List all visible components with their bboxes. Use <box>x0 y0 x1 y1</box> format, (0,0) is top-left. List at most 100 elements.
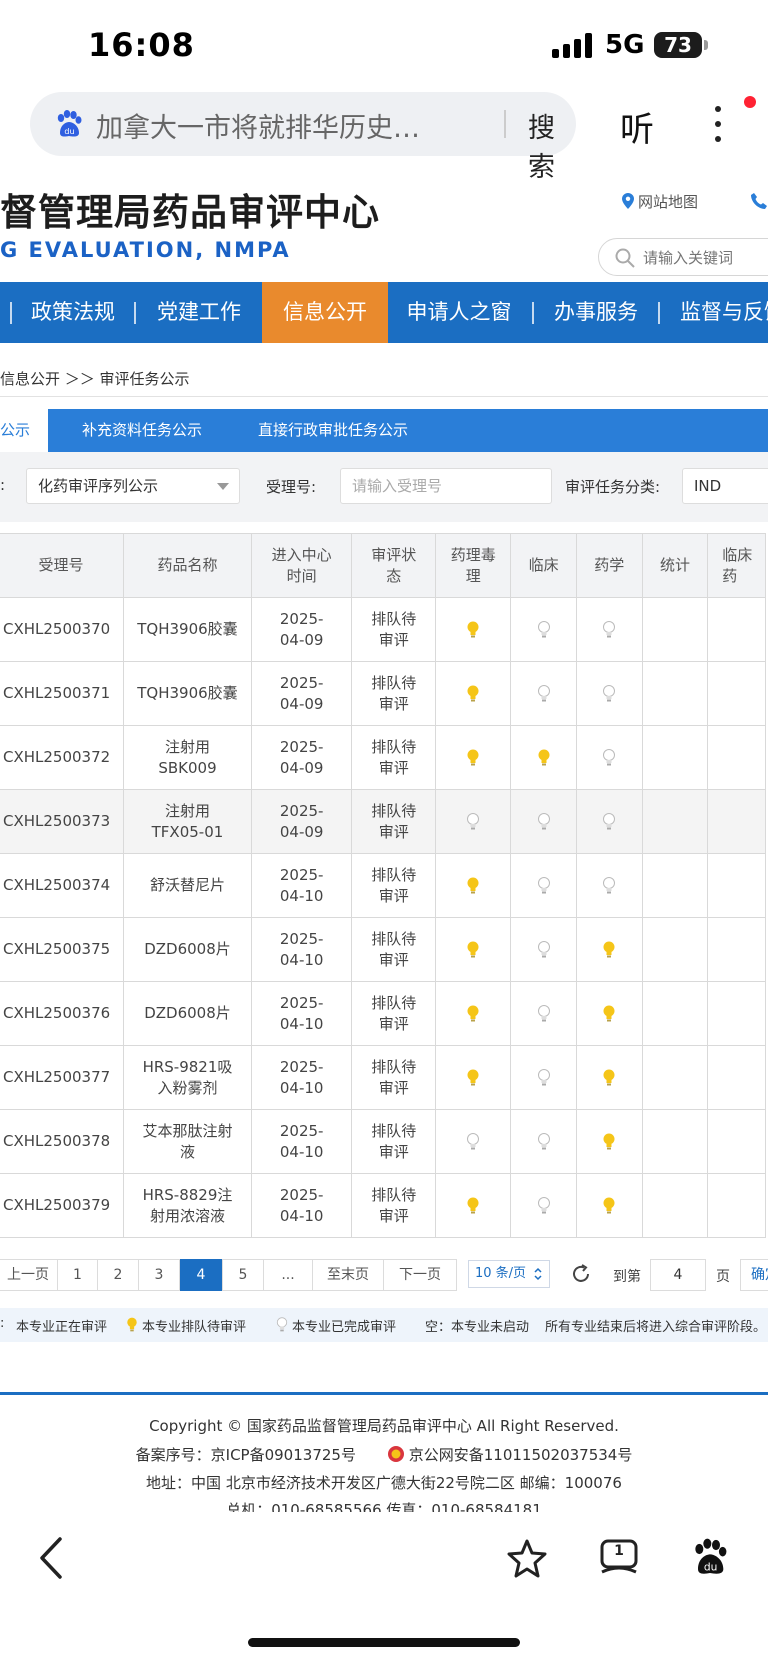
last-page-button[interactable]: 至末页 <box>312 1259 384 1291</box>
tox-cell <box>435 789 512 854</box>
clin-pharm-cell <box>707 1109 766 1174</box>
nav-item-party[interactable]: 党建工作 <box>140 282 258 343</box>
bulb-yellow-icon <box>467 685 479 702</box>
enter-date-cell-text: 2025- 04-09 <box>279 801 324 841</box>
page-3-button[interactable]: 3 <box>138 1259 180 1291</box>
home-indicator[interactable] <box>248 1638 520 1647</box>
nav-item-info[interactable]: 信息公开 <box>262 282 388 343</box>
table-row[interactable]: CXHL2500371 TQH3906胶囊 2025- 04-09 排队待 审评 <box>0 661 766 726</box>
category-select[interactable]: IND <box>682 468 768 504</box>
table-row[interactable]: CXHL2500373 注射用 TFX05-01 2025- 04-09 排队待 审评 <box>0 789 766 854</box>
nav-item-feedback[interactable]: 监督与反馈 <box>666 282 768 343</box>
search-button[interactable]: 搜索 <box>528 106 576 184</box>
clock: 16:08 <box>88 26 195 64</box>
col-header: 药理毒理 <box>435 533 512 598</box>
col-header: 进入中心 时间 <box>251 533 353 598</box>
footer-address: 地址：中国 北京市经济技术开发区广德大街22号院二区 邮编：100076 <box>146 1474 622 1492</box>
site-subtitle: G EVALUATION, NMPA <box>0 238 291 262</box>
tab-supplement-tasks[interactable]: 补充资料任务公示 <box>82 409 202 452</box>
cmc-cell <box>575 917 643 982</box>
col-header-label: 进入中心 时间 <box>271 545 332 585</box>
clinical-cell <box>510 1173 577 1238</box>
col-header: 药学 <box>575 533 643 598</box>
review-status-cell: 排队待 审评 <box>351 1173 437 1238</box>
accept-no-cell: CXHL2500375 <box>0 917 124 982</box>
phone-icon[interactable] <box>750 192 768 210</box>
accept-no-cell: CXHL2500372 <box>0 725 124 790</box>
bulb-grey-icon <box>537 1133 550 1150</box>
tox-cell <box>435 661 512 726</box>
page-size-select[interactable]: 10 条/页 <box>468 1260 550 1288</box>
drug-name-cell-text: 艾本那肽注射液 <box>142 1121 233 1161</box>
tab-direct-approval[interactable]: 直接行政审批任务公示 <box>258 409 408 452</box>
prev-page-button[interactable]: 上一页 <box>0 1259 58 1291</box>
nav-item-policy[interactable]: 政策法规 <box>16 282 130 343</box>
drug-name-cell-text: HRS-9821吸 入粉雾剂 <box>142 1057 233 1097</box>
clinical-cell <box>510 981 577 1046</box>
col-header: 统计 <box>641 533 709 598</box>
search-query[interactable]: 加拿大一市将就排华历史… <box>96 106 446 145</box>
stat-cell <box>641 1173 709 1238</box>
table-row[interactable]: CXHL2500378 艾本那肽注射液 2025- 04-10 排队待 审评 <box>0 1109 766 1174</box>
browser-search-bar[interactable]: du 加拿大一市将就排华历史… 搜索 <box>30 92 576 183</box>
tab-bar: 公示 补充资料任务公示 直接行政审批任务公示 <box>0 409 768 452</box>
accept-no-cell: CXHL2500377 <box>0 1045 124 1110</box>
stat-cell <box>641 597 709 662</box>
stat-cell <box>641 661 709 726</box>
listen-button[interactable]: 听 <box>620 102 654 151</box>
drug-name-cell: 注射用 SBK009 <box>122 725 253 790</box>
col-header: 药品名称 <box>122 533 253 598</box>
nav-item-service[interactable]: 办事服务 <box>540 282 652 343</box>
tab-review-tasks[interactable]: 公示 <box>0 409 48 452</box>
col-header-label: 受理号 <box>38 556 84 574</box>
page-2-button[interactable]: 2 <box>97 1259 139 1291</box>
bulb-yellow-icon <box>467 877 479 894</box>
filter-bar: : 化药审评序列公示 受理号: 请输入受理号 审评任务分类: IND <box>0 452 768 522</box>
nav-separator <box>134 302 136 324</box>
baidu-home-icon[interactable]: du <box>690 1536 730 1578</box>
col-header-label: 临床 <box>528 556 559 574</box>
table-row[interactable]: CXHL2500379 HRS-8829注 射用浓溶液 2025- 04-10 排队待 审评 <box>0 1173 766 1238</box>
refresh-icon[interactable] <box>570 1263 592 1285</box>
keyword-search[interactable] <box>598 238 768 276</box>
bulb-yellow-icon <box>127 1317 137 1332</box>
cmc-cell <box>575 981 643 1046</box>
review-status-cell-text: 排队待 审评 <box>371 1185 417 1225</box>
star-bookmark-icon[interactable] <box>506 1538 548 1578</box>
tox-cell <box>435 597 512 662</box>
back-arrow-icon[interactable] <box>38 1536 64 1580</box>
clin-pharm-cell <box>707 981 766 1046</box>
page-4-button[interactable]: 4 <box>180 1259 222 1291</box>
sitemap-link[interactable]: 网站地图 <box>622 191 698 212</box>
more-menu-icon[interactable] <box>712 104 722 144</box>
page-5-button[interactable]: 5 <box>222 1259 264 1291</box>
footer-police[interactable]: 京公网安备11011502037534号 <box>409 1446 633 1464</box>
goto-confirm-button[interactable]: 确定 <box>740 1259 768 1291</box>
breadcrumb: 信息公开 ＞＞ 审评任务公示 <box>0 370 190 388</box>
table-row[interactable]: CXHL2500374 舒沃替尼片 2025- 04-10 排队待 审评 <box>0 853 766 918</box>
table-row[interactable]: CXHL2500372 注射用 SBK009 2025- 04-09 排队待 审评 <box>0 725 766 790</box>
nav-item-applicant[interactable]: 申请人之窗 <box>392 282 526 343</box>
next-page-button[interactable]: 下一页 <box>383 1259 457 1291</box>
goto-page-input[interactable]: 4 <box>650 1259 706 1291</box>
sequence-select-value: 化药审评序列公示 <box>38 477 159 495</box>
tabs-switcher[interactable]: 1 <box>598 1538 640 1578</box>
accept-no-cell-text: CXHL2500374 <box>3 876 111 894</box>
cmc-cell <box>575 1045 643 1110</box>
page-1-button[interactable]: 1 <box>57 1259 98 1291</box>
col-header-label: 临床药 <box>722 545 753 585</box>
keyword-input[interactable] <box>643 245 768 271</box>
col-header-label: 药品名称 <box>157 556 218 574</box>
table-row[interactable]: CXHL2500377 HRS-9821吸 入粉雾剂 2025- 04-10 排队待 审评 <box>0 1045 766 1110</box>
table-row[interactable]: CXHL2500376 DZD6008片 2025- 04-10 排队待 审评 <box>0 981 766 1046</box>
sequence-select[interactable]: 化药审评序列公示 <box>26 468 240 504</box>
footer-icp[interactable]: 备案序号：京ICP备09013725号 <box>136 1446 356 1464</box>
bulb-grey-icon <box>276 1317 288 1332</box>
clinical-cell <box>510 853 577 918</box>
table-row[interactable]: CXHL2500370 TQH3906胶囊 2025- 04-09 排队待 审评 <box>0 597 766 662</box>
accept-no-cell: CXHL2500379 <box>0 1173 124 1238</box>
table-row[interactable]: CXHL2500375 DZD6008片 2025- 04-10 排队待 审评 <box>0 917 766 982</box>
cmc-cell <box>575 597 643 662</box>
accept-no-input[interactable]: 请输入受理号 <box>340 468 552 504</box>
bulb-yellow-icon <box>467 1069 479 1086</box>
